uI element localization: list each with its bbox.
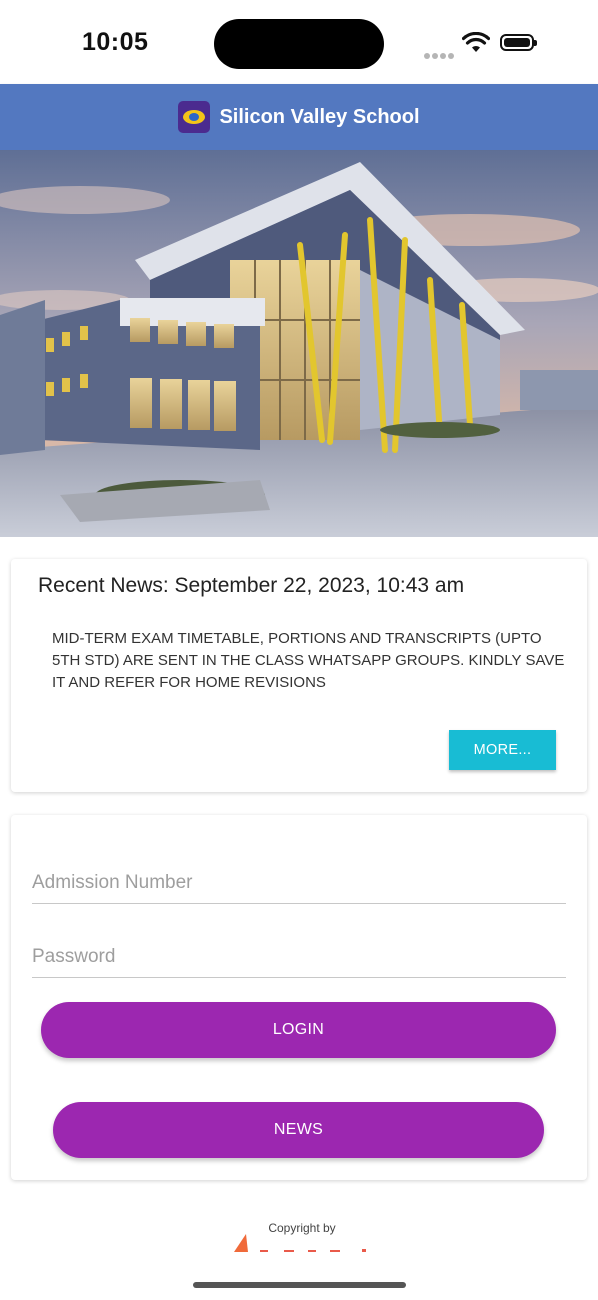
admission-number-input[interactable] xyxy=(32,863,566,903)
home-indicator[interactable] xyxy=(193,1282,406,1288)
school-logo xyxy=(178,101,211,133)
news-body: MID-TERM EXAM TIMETABLE, PORTIONS AND TR… xyxy=(52,630,565,691)
battery-icon xyxy=(500,34,537,51)
news-button[interactable]: NEWS xyxy=(53,1102,544,1158)
news-heading: Recent News: September 22, 2023, 10:43 a… xyxy=(38,574,465,597)
status-bar: 10:05 xyxy=(0,0,598,84)
copyright-text: Copyright by xyxy=(268,1221,336,1235)
wifi-icon xyxy=(461,31,491,59)
signal-dots-icon xyxy=(424,46,456,64)
admission-number-field-wrapper xyxy=(32,863,566,904)
school-building-image xyxy=(0,150,598,537)
app-title: Silicon Valley School xyxy=(219,105,420,128)
login-card: LOGIN NEWS xyxy=(11,815,587,1180)
news-card: Recent News: September 22, 2023, 10:43 a… xyxy=(11,559,587,792)
password-field-wrapper xyxy=(32,937,566,978)
login-button[interactable]: LOGIN xyxy=(41,1002,556,1058)
dynamic-island xyxy=(214,19,384,69)
more-button[interactable]: MORE... xyxy=(449,730,556,770)
app-bar: Silicon Valley School xyxy=(0,84,598,150)
password-input[interactable] xyxy=(32,937,566,977)
brand-logo xyxy=(226,1234,376,1252)
status-time: 10:05 xyxy=(82,28,149,56)
